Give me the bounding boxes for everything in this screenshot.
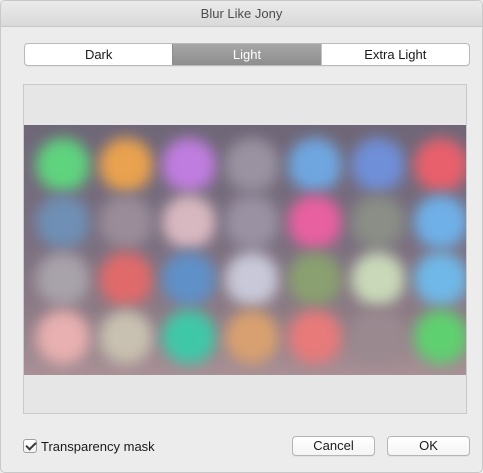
blurred-app-icon (288, 138, 342, 192)
blurred-app-icon (288, 252, 342, 306)
blurred-preview-image (24, 125, 466, 375)
dialog-window: Blur Like Jony Dark Light Extra Light Tr… (0, 0, 483, 473)
blurred-app-icon (99, 195, 153, 249)
transparency-mask-option[interactable]: Transparency mask (23, 437, 155, 455)
window-title: Blur Like Jony (200, 6, 283, 21)
segment-light[interactable]: Light (172, 44, 321, 65)
blurred-app-icon (225, 138, 279, 192)
blurred-app-icon (288, 195, 342, 249)
blurred-app-icon (414, 138, 466, 192)
segment-dark[interactable]: Dark (25, 44, 172, 65)
blurred-app-icon (351, 195, 405, 249)
segment-extra-light[interactable]: Extra Light (320, 44, 469, 65)
ok-button[interactable]: OK (387, 436, 470, 456)
blurred-app-icon (36, 252, 90, 306)
blurred-app-icon (414, 252, 466, 306)
blur-style-segmented-control: Dark Light Extra Light (24, 43, 470, 66)
blurred-app-icon (36, 310, 90, 364)
blurred-app-icon (351, 252, 405, 306)
blurred-app-icon (36, 195, 90, 249)
blurred-app-icon (162, 195, 216, 249)
title-bar[interactable]: Blur Like Jony (1, 1, 482, 27)
blurred-app-icon (162, 252, 216, 306)
blurred-app-icon (99, 310, 153, 364)
blurred-app-icon (414, 195, 466, 249)
blurred-app-icon (351, 138, 405, 192)
blurred-app-icon (99, 138, 153, 192)
transparency-mask-checkbox[interactable] (23, 439, 37, 453)
blur-preview-panel (23, 84, 467, 414)
blurred-app-icon (162, 310, 216, 364)
blurred-app-icon (225, 310, 279, 364)
transparency-mask-label: Transparency mask (41, 438, 155, 454)
blurred-app-icon (351, 310, 405, 364)
blurred-app-icon (288, 310, 342, 364)
blurred-app-icon (162, 138, 216, 192)
blurred-app-icon (225, 195, 279, 249)
blurred-app-icon (36, 138, 90, 192)
blurred-app-icon (414, 310, 466, 364)
blurred-app-icon (225, 252, 279, 306)
cancel-button[interactable]: Cancel (292, 436, 375, 456)
blurred-app-icon (99, 252, 153, 306)
